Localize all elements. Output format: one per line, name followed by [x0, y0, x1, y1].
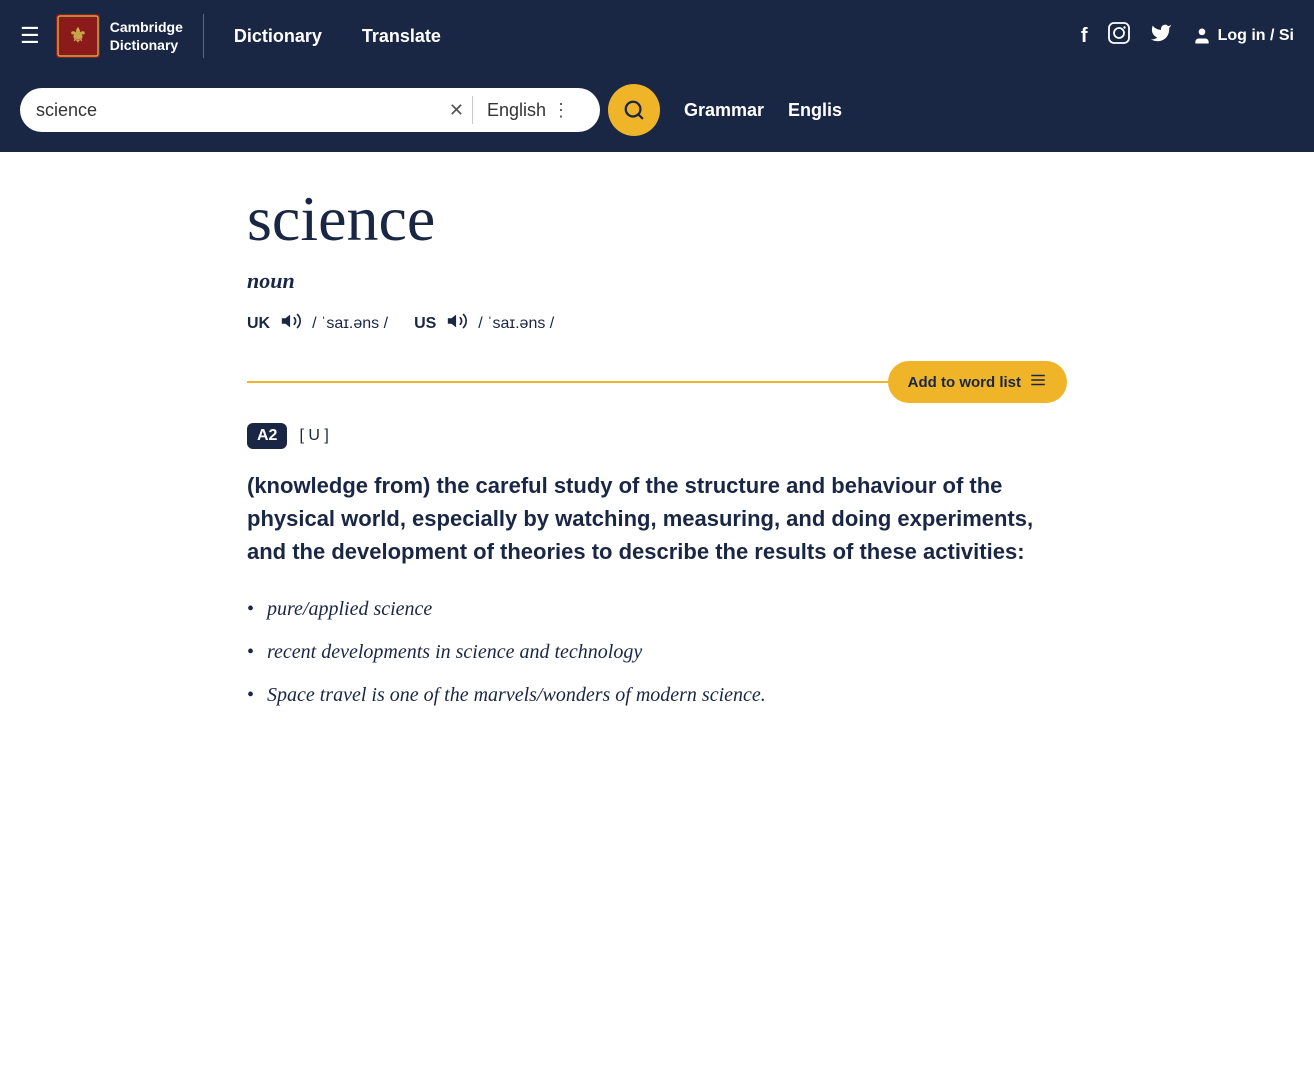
logo-link[interactable]: ⚜ CambridgeDictionary	[56, 14, 204, 58]
pronunciation-row: UK / ˈsaɪ.əns / US / ˈsaɪ.əns /	[247, 310, 1067, 337]
dictionary-content: science noun UK / ˈsaɪ.əns / US / ˈsaɪ.ə…	[207, 152, 1107, 787]
grammar-tag: [ U ]	[299, 427, 328, 445]
add-to-wordlist-label: Add to word list	[908, 374, 1021, 391]
level-row: A2 [ U ]	[247, 423, 1067, 449]
language-options-icon[interactable]: ⋮	[552, 100, 570, 121]
divider-line	[247, 381, 888, 383]
twitter-icon[interactable]	[1150, 22, 1172, 50]
search-button[interactable]	[608, 84, 660, 136]
instagram-icon[interactable]	[1108, 22, 1130, 50]
wordlist-list-icon	[1029, 371, 1047, 393]
language-selector[interactable]: English ⋮	[473, 100, 584, 121]
search-icon	[623, 99, 645, 121]
grammar-link[interactable]: Grammar	[684, 100, 764, 121]
svg-text:⚜: ⚜	[69, 25, 87, 47]
word-pos: noun	[247, 268, 1067, 294]
hamburger-icon[interactable]: ☰	[20, 23, 40, 49]
login-link[interactable]: Log in / Si	[1192, 26, 1294, 46]
nav-links: Dictionary Translate	[214, 26, 1081, 47]
us-pronunciation: / ˈsaɪ.əns /	[478, 315, 554, 333]
search-wrapper: ✕ English ⋮	[20, 88, 600, 132]
example-item: Space travel is one of the marvels/wonde…	[247, 684, 1067, 707]
us-speaker-icon	[446, 310, 468, 332]
word-title: science	[247, 182, 1067, 256]
example-item: pure/applied science	[247, 598, 1067, 621]
search-bar: ✕ English ⋮ Grammar Englis	[0, 72, 1314, 152]
language-label: English	[487, 100, 546, 121]
nav-dictionary[interactable]: Dictionary	[214, 26, 342, 47]
us-label: US	[414, 315, 436, 333]
logo-shield-icon: ⚜	[56, 14, 100, 58]
level-badge: A2	[247, 423, 287, 449]
divider-row: Add to word list	[247, 361, 1067, 403]
uk-pronunciation: / ˈsaɪ.əns /	[312, 315, 388, 333]
facebook-icon[interactable]: f	[1081, 25, 1088, 48]
search-input[interactable]	[36, 100, 441, 121]
uk-label: UK	[247, 315, 270, 333]
uk-speaker-icon	[280, 310, 302, 332]
add-to-wordlist-button[interactable]: Add to word list	[888, 361, 1067, 403]
user-icon	[1192, 26, 1212, 46]
clear-icon[interactable]: ✕	[449, 100, 464, 121]
english-link[interactable]: Englis	[788, 100, 842, 121]
examples-list: pure/applied science recent developments…	[247, 598, 1067, 707]
uk-audio-button[interactable]	[280, 310, 302, 337]
definition-text: (knowledge from) the careful study of th…	[247, 469, 1067, 568]
nav-translate[interactable]: Translate	[342, 26, 461, 47]
logo-text: CambridgeDictionary	[110, 18, 183, 54]
secondary-nav: Grammar Englis	[684, 100, 842, 121]
navbar: ☰ ⚜ CambridgeDictionary Dictionary Trans…	[0, 0, 1314, 72]
us-audio-button[interactable]	[446, 310, 468, 337]
nav-icons: f Log in / Si	[1081, 22, 1294, 50]
example-item: recent developments in science and techn…	[247, 641, 1067, 664]
